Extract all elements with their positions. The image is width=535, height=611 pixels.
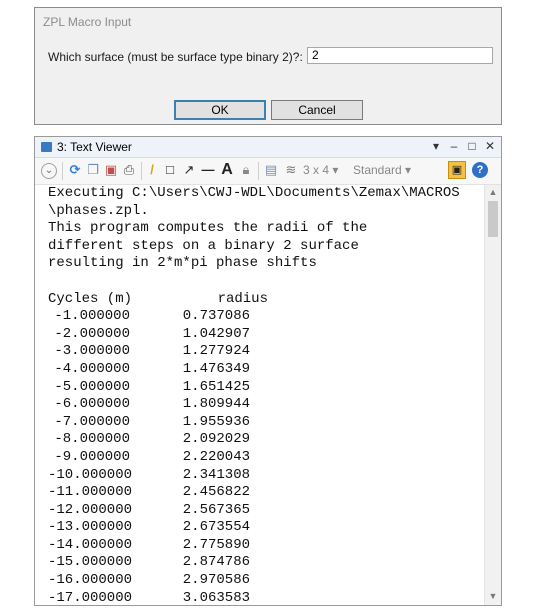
cycle-value: -14.000000 bbox=[48, 536, 133, 553]
print-icon[interactable]: ⎙ bbox=[121, 161, 137, 179]
text-tool-icon[interactable]: A bbox=[219, 161, 235, 179]
radius-value: 1.277924 bbox=[182, 343, 250, 360]
rectangle-icon[interactable]: □ bbox=[163, 161, 177, 179]
table-row: -7.000000 1.955936 bbox=[48, 414, 485, 432]
radius-value: 2.456822 bbox=[182, 484, 250, 501]
table-row: -11.000000 2.456822 bbox=[48, 484, 485, 502]
radius-value: 1.651425 bbox=[182, 378, 250, 395]
radius-value: 3.063583 bbox=[182, 589, 250, 605]
scroll-down-icon[interactable]: ▼ bbox=[485, 589, 501, 603]
dialog-title: ZPL Macro Input bbox=[43, 15, 132, 29]
pen-icon[interactable]: / bbox=[145, 161, 159, 179]
table-row: -9.000000 2.220043 bbox=[48, 449, 485, 467]
cycle-value: -1.000000 bbox=[54, 308, 130, 325]
radius-value: 0.737086 bbox=[182, 308, 250, 325]
vertical-scrollbar[interactable]: ▲ ▼ bbox=[484, 185, 501, 605]
window-icon bbox=[41, 142, 52, 152]
radius-value: 2.220043 bbox=[182, 448, 250, 465]
scrollbar-thumb[interactable] bbox=[488, 201, 498, 237]
text-line: different steps on a binary 2 surface bbox=[48, 237, 359, 254]
cycle-value: -17.000000 bbox=[48, 589, 133, 605]
surface-prompt-label: Which surface (must be surface type bina… bbox=[48, 50, 303, 64]
close-button[interactable]: ✕ bbox=[483, 139, 497, 153]
chevron-down-icon[interactable]: ▾ bbox=[429, 139, 443, 153]
cycle-value: -11.000000 bbox=[48, 484, 133, 501]
layers-icon[interactable]: ≋ bbox=[283, 161, 299, 179]
cycle-value: -10.000000 bbox=[48, 466, 133, 483]
table-row: -16.000000 2.970586 bbox=[48, 572, 485, 590]
text-line: This program computes the radii of the bbox=[48, 220, 368, 237]
radius-value: 1.042907 bbox=[182, 325, 250, 342]
cycle-value: -5.000000 bbox=[54, 378, 130, 395]
macro-input-dialog: ZPL Macro Input Which surface (must be s… bbox=[34, 7, 502, 125]
text-line: \phases.zpl. bbox=[48, 202, 149, 219]
cycle-value: -6.000000 bbox=[54, 396, 130, 413]
collapse-icon[interactable]: ⌄ bbox=[41, 163, 57, 179]
cycle-value: -4.000000 bbox=[54, 360, 130, 377]
radius-value: 2.341308 bbox=[182, 466, 250, 483]
window-layout-icon[interactable]: ▤ bbox=[263, 161, 279, 179]
table-row: -17.000000 3.063583 bbox=[48, 590, 485, 605]
viewer-titlebar[interactable]: 3: Text Viewer ▾ – □ ✕ bbox=[35, 137, 501, 158]
table-row: -5.000000 1.651425 bbox=[48, 379, 485, 397]
active-window-icon[interactable]: ▣ bbox=[448, 161, 466, 179]
grid-layout-dropdown[interactable]: 3 x 4 ▾ bbox=[303, 161, 347, 179]
text-viewer-window: 3: Text Viewer ▾ – □ ✕ ⌄ ⟳ ❐ ▣ ⎙ / □ ↗ —… bbox=[34, 136, 502, 606]
text-output: Executing C:\Users\CWJ-WDL\Documents\Zem… bbox=[35, 185, 485, 605]
table-row: -12.000000 2.567365 bbox=[48, 502, 485, 520]
table-row: -15.000000 2.874786 bbox=[48, 554, 485, 572]
save-icon[interactable]: ▣ bbox=[103, 161, 119, 179]
table-row: -4.000000 1.476349 bbox=[48, 361, 485, 379]
standard-dropdown[interactable]: Standard ▾ bbox=[353, 161, 419, 179]
cycles-header: Cycles (m) bbox=[48, 290, 133, 307]
cycle-value: -13.000000 bbox=[48, 519, 133, 536]
radius-header: radius bbox=[217, 290, 268, 307]
radius-value: 1.955936 bbox=[182, 413, 250, 430]
table-row: -1.000000 0.737086 bbox=[48, 308, 485, 326]
table-row: -14.000000 2.775890 bbox=[48, 537, 485, 555]
viewer-toolbar: ⌄ ⟳ ❐ ▣ ⎙ / □ ↗ — A 🔒︎ ▤ ≋ 3 x 4 ▾ Stand… bbox=[35, 158, 501, 185]
minimize-button[interactable]: – bbox=[447, 139, 461, 153]
radius-value: 2.970586 bbox=[182, 572, 250, 589]
radius-value: 2.567365 bbox=[182, 501, 250, 518]
cycle-value: -3.000000 bbox=[54, 343, 130, 360]
toolbar-divider bbox=[62, 162, 63, 180]
table-row: -6.000000 1.809944 bbox=[48, 396, 485, 414]
text-line: Executing C:\Users\CWJ-WDL\Documents\Zem… bbox=[48, 185, 460, 201]
surface-number-input[interactable]: 2 bbox=[307, 47, 493, 64]
radius-value: 2.092029 bbox=[182, 431, 250, 448]
table-row: -10.000000 2.341308 bbox=[48, 467, 485, 485]
table-row: -8.000000 2.092029 bbox=[48, 431, 485, 449]
text-line: resulting in 2*m*pi phase shifts bbox=[48, 255, 317, 272]
copy-icon[interactable]: ❐ bbox=[85, 161, 101, 179]
table-header: Cycles (m) radius bbox=[48, 291, 485, 309]
cycle-value: -7.000000 bbox=[54, 413, 130, 430]
table-row: -2.000000 1.042907 bbox=[48, 326, 485, 344]
lock-icon[interactable]: 🔒︎ bbox=[239, 161, 253, 179]
refresh-icon[interactable]: ⟳ bbox=[67, 161, 83, 179]
cycle-value: -9.000000 bbox=[54, 448, 130, 465]
table-row: -3.000000 1.277924 bbox=[48, 343, 485, 361]
help-icon[interactable]: ? bbox=[472, 162, 488, 178]
cycle-value: -16.000000 bbox=[48, 572, 133, 589]
cycle-value: -8.000000 bbox=[54, 431, 130, 448]
radius-value: 2.874786 bbox=[182, 554, 250, 571]
cycle-value: -12.000000 bbox=[48, 501, 133, 518]
arrow-icon[interactable]: ↗ bbox=[181, 161, 197, 179]
ok-button[interactable]: OK bbox=[174, 100, 266, 120]
radius-value: 2.775890 bbox=[182, 536, 250, 553]
viewer-title: 3: Text Viewer bbox=[57, 140, 132, 154]
radius-value: 1.476349 bbox=[182, 360, 250, 377]
cancel-button[interactable]: Cancel bbox=[271, 100, 363, 120]
toolbar-divider bbox=[258, 162, 259, 180]
table-row: -13.000000 2.673554 bbox=[48, 519, 485, 537]
cycle-value: -2.000000 bbox=[54, 325, 130, 342]
cycle-value: -15.000000 bbox=[48, 554, 133, 571]
toolbar-divider bbox=[141, 162, 142, 180]
radius-value: 1.809944 bbox=[182, 396, 250, 413]
radius-value: 2.673554 bbox=[182, 519, 250, 536]
scroll-up-icon[interactable]: ▲ bbox=[485, 185, 501, 199]
line-icon[interactable]: — bbox=[199, 161, 217, 179]
maximize-button[interactable]: □ bbox=[465, 139, 479, 153]
